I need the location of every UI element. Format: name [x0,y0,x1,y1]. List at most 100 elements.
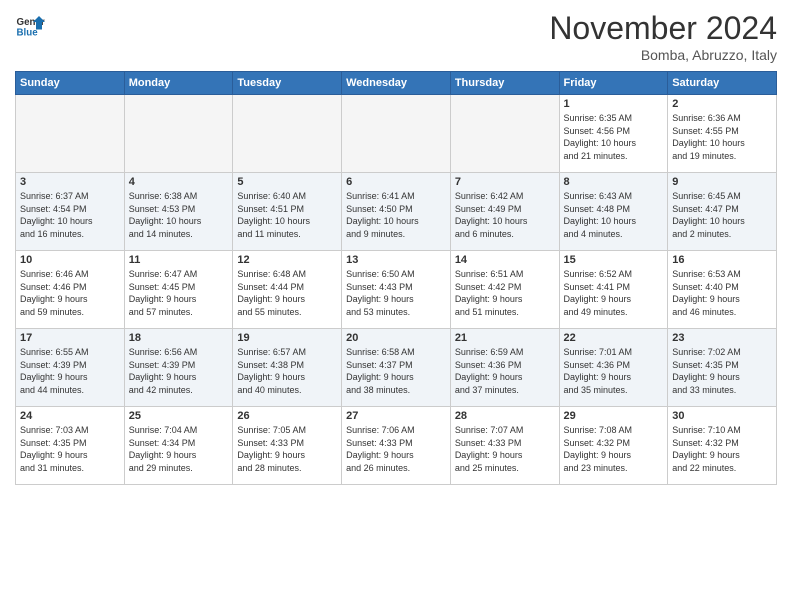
day-info: Sunrise: 6:36 AM Sunset: 4:55 PM Dayligh… [672,112,772,162]
day-info: Sunrise: 6:45 AM Sunset: 4:47 PM Dayligh… [672,190,772,240]
header: General Blue November 2024 Bomba, Abruzz… [15,10,777,63]
calendar-cell [16,95,125,173]
day-number: 28 [455,410,555,422]
calendar-cell: 17 Sunrise: 6:55 AM Sunset: 4:39 PM Dayli… [16,329,125,407]
header-tuesday: Tuesday [233,72,342,95]
day-number: 17 [20,332,120,344]
calendar-cell: 21Sunrise: 6:59 AM Sunset: 4:36 PM Dayli… [450,329,559,407]
calendar-cell: 19Sunrise: 6:57 AM Sunset: 4:38 PM Dayli… [233,329,342,407]
day-number: 19 [237,332,337,344]
calendar-week-row: 17 Sunrise: 6:55 AM Sunset: 4:39 PM Dayli… [16,329,777,407]
calendar-cell: 29 Sunrise: 7:08 AM Sunset: 4:32 PM Dayli… [559,407,668,485]
calendar-cell: 30Sunrise: 7:10 AM Sunset: 4:32 PM Dayli… [668,407,777,485]
calendar-cell: 8 Sunrise: 6:43 AM Sunset: 4:48 PM Daylig… [559,173,668,251]
calendar-cell: 25 Sunrise: 7:04 AM Sunset: 4:34 PM Dayli… [124,407,233,485]
day-info: Sunrise: 7:05 AM Sunset: 4:33 PM Dayligh… [237,424,337,474]
calendar-cell: 7 Sunrise: 6:42 AM Sunset: 4:49 PM Daylig… [450,173,559,251]
day-info: Sunrise: 6:41 AM Sunset: 4:50 PM Dayligh… [346,190,446,240]
day-number: 25 [129,410,229,422]
day-number: 27 [346,410,446,422]
calendar-week-row: 10 Sunrise: 6:46 AM Sunset: 4:46 PM Dayli… [16,251,777,329]
day-number: 6 [346,176,446,188]
calendar-cell: 9 Sunrise: 6:45 AM Sunset: 4:47 PM Daylig… [668,173,777,251]
day-info: Sunrise: 6:51 AM Sunset: 4:42 PM Dayligh… [455,268,555,318]
calendar-week-row: 24 Sunrise: 7:03 AM Sunset: 4:35 PM Dayli… [16,407,777,485]
calendar-cell: 3Sunrise: 6:37 AM Sunset: 4:54 PM Daylig… [16,173,125,251]
calendar-cell: 22Sunrise: 7:01 AM Sunset: 4:36 PM Dayli… [559,329,668,407]
day-info: Sunrise: 6:42 AM Sunset: 4:49 PM Dayligh… [455,190,555,240]
calendar-cell [450,95,559,173]
calendar-cell: 15Sunrise: 6:52 AM Sunset: 4:41 PM Dayli… [559,251,668,329]
day-number: 20 [346,332,446,344]
calendar-cell [124,95,233,173]
day-number: 7 [455,176,555,188]
day-info: Sunrise: 6:55 AM Sunset: 4:39 PM Dayligh… [20,346,120,396]
day-info: Sunrise: 6:46 AM Sunset: 4:46 PM Dayligh… [20,268,120,318]
calendar-cell: 1 Sunrise: 6:35 AM Sunset: 4:56 PM Daylig… [559,95,668,173]
header-saturday: Saturday [668,72,777,95]
day-info: Sunrise: 6:53 AM Sunset: 4:40 PM Dayligh… [672,268,772,318]
day-number: 15 [564,254,664,266]
day-number: 29 [564,410,664,422]
calendar-cell: 11 Sunrise: 6:47 AM Sunset: 4:45 PM Dayli… [124,251,233,329]
header-friday: Friday [559,72,668,95]
day-info: Sunrise: 6:47 AM Sunset: 4:45 PM Dayligh… [129,268,229,318]
calendar-cell: 10 Sunrise: 6:46 AM Sunset: 4:46 PM Dayli… [16,251,125,329]
title-block: November 2024 Bomba, Abruzzo, Italy [549,10,777,63]
day-info: Sunrise: 6:50 AM Sunset: 4:43 PM Dayligh… [346,268,446,318]
calendar-cell: 23Sunrise: 7:02 AM Sunset: 4:35 PM Dayli… [668,329,777,407]
day-number: 16 [672,254,772,266]
svg-text:Blue: Blue [17,28,39,39]
calendar-cell: 27 Sunrise: 7:06 AM Sunset: 4:33 PM Dayli… [342,407,451,485]
day-number: 12 [237,254,337,266]
day-info: Sunrise: 6:59 AM Sunset: 4:36 PM Dayligh… [455,346,555,396]
day-number: 18 [129,332,229,344]
header-monday: Monday [124,72,233,95]
day-number: 9 [672,176,772,188]
day-info: Sunrise: 7:06 AM Sunset: 4:33 PM Dayligh… [346,424,446,474]
calendar-week-row: 3Sunrise: 6:37 AM Sunset: 4:54 PM Daylig… [16,173,777,251]
calendar-cell: 12Sunrise: 6:48 AM Sunset: 4:44 PM Dayli… [233,251,342,329]
calendar-cell [342,95,451,173]
calendar-cell: 5Sunrise: 6:40 AM Sunset: 4:51 PM Daylig… [233,173,342,251]
header-wednesday: Wednesday [342,72,451,95]
day-info: Sunrise: 6:38 AM Sunset: 4:53 PM Dayligh… [129,190,229,240]
calendar-cell: 14Sunrise: 6:51 AM Sunset: 4:42 PM Dayli… [450,251,559,329]
day-number: 2 [672,98,772,110]
day-number: 26 [237,410,337,422]
calendar-cell: 16 Sunrise: 6:53 AM Sunset: 4:40 PM Dayli… [668,251,777,329]
calendar-cell: 28Sunrise: 7:07 AM Sunset: 4:33 PM Dayli… [450,407,559,485]
day-info: Sunrise: 7:04 AM Sunset: 4:34 PM Dayligh… [129,424,229,474]
day-info: Sunrise: 7:08 AM Sunset: 4:32 PM Dayligh… [564,424,664,474]
month-title: November 2024 [549,10,777,47]
day-number: 11 [129,254,229,266]
calendar-cell: 4 Sunrise: 6:38 AM Sunset: 4:53 PM Daylig… [124,173,233,251]
calendar-cell: 18 Sunrise: 6:56 AM Sunset: 4:39 PM Dayli… [124,329,233,407]
calendar-cell [233,95,342,173]
day-number: 4 [129,176,229,188]
calendar-cell: 26 Sunrise: 7:05 AM Sunset: 4:33 PM Dayli… [233,407,342,485]
day-number: 3 [20,176,120,188]
day-info: Sunrise: 6:43 AM Sunset: 4:48 PM Dayligh… [564,190,664,240]
weekday-header-row: Sunday Monday Tuesday Wednesday Thursday… [16,72,777,95]
day-info: Sunrise: 6:40 AM Sunset: 4:51 PM Dayligh… [237,190,337,240]
day-number: 8 [564,176,664,188]
calendar-cell: 6 Sunrise: 6:41 AM Sunset: 4:50 PM Daylig… [342,173,451,251]
day-info: Sunrise: 7:03 AM Sunset: 4:35 PM Dayligh… [20,424,120,474]
logo-icon: General Blue [15,10,45,40]
calendar-cell: 20 Sunrise: 6:58 AM Sunset: 4:37 PM Dayli… [342,329,451,407]
header-sunday: Sunday [16,72,125,95]
day-info: Sunrise: 6:58 AM Sunset: 4:37 PM Dayligh… [346,346,446,396]
calendar-cell: 2 Sunrise: 6:36 AM Sunset: 4:55 PM Daylig… [668,95,777,173]
calendar-cell: 24 Sunrise: 7:03 AM Sunset: 4:35 PM Dayli… [16,407,125,485]
day-number: 22 [564,332,664,344]
calendar-week-row: 1 Sunrise: 6:35 AM Sunset: 4:56 PM Daylig… [16,95,777,173]
calendar-cell: 13Sunrise: 6:50 AM Sunset: 4:43 PM Dayli… [342,251,451,329]
day-info: Sunrise: 6:35 AM Sunset: 4:56 PM Dayligh… [564,112,664,162]
calendar-table: Sunday Monday Tuesday Wednesday Thursday… [15,71,777,485]
day-info: Sunrise: 6:56 AM Sunset: 4:39 PM Dayligh… [129,346,229,396]
day-number: 24 [20,410,120,422]
day-number: 10 [20,254,120,266]
day-info: Sunrise: 7:02 AM Sunset: 4:35 PM Dayligh… [672,346,772,396]
day-number: 1 [564,98,664,110]
